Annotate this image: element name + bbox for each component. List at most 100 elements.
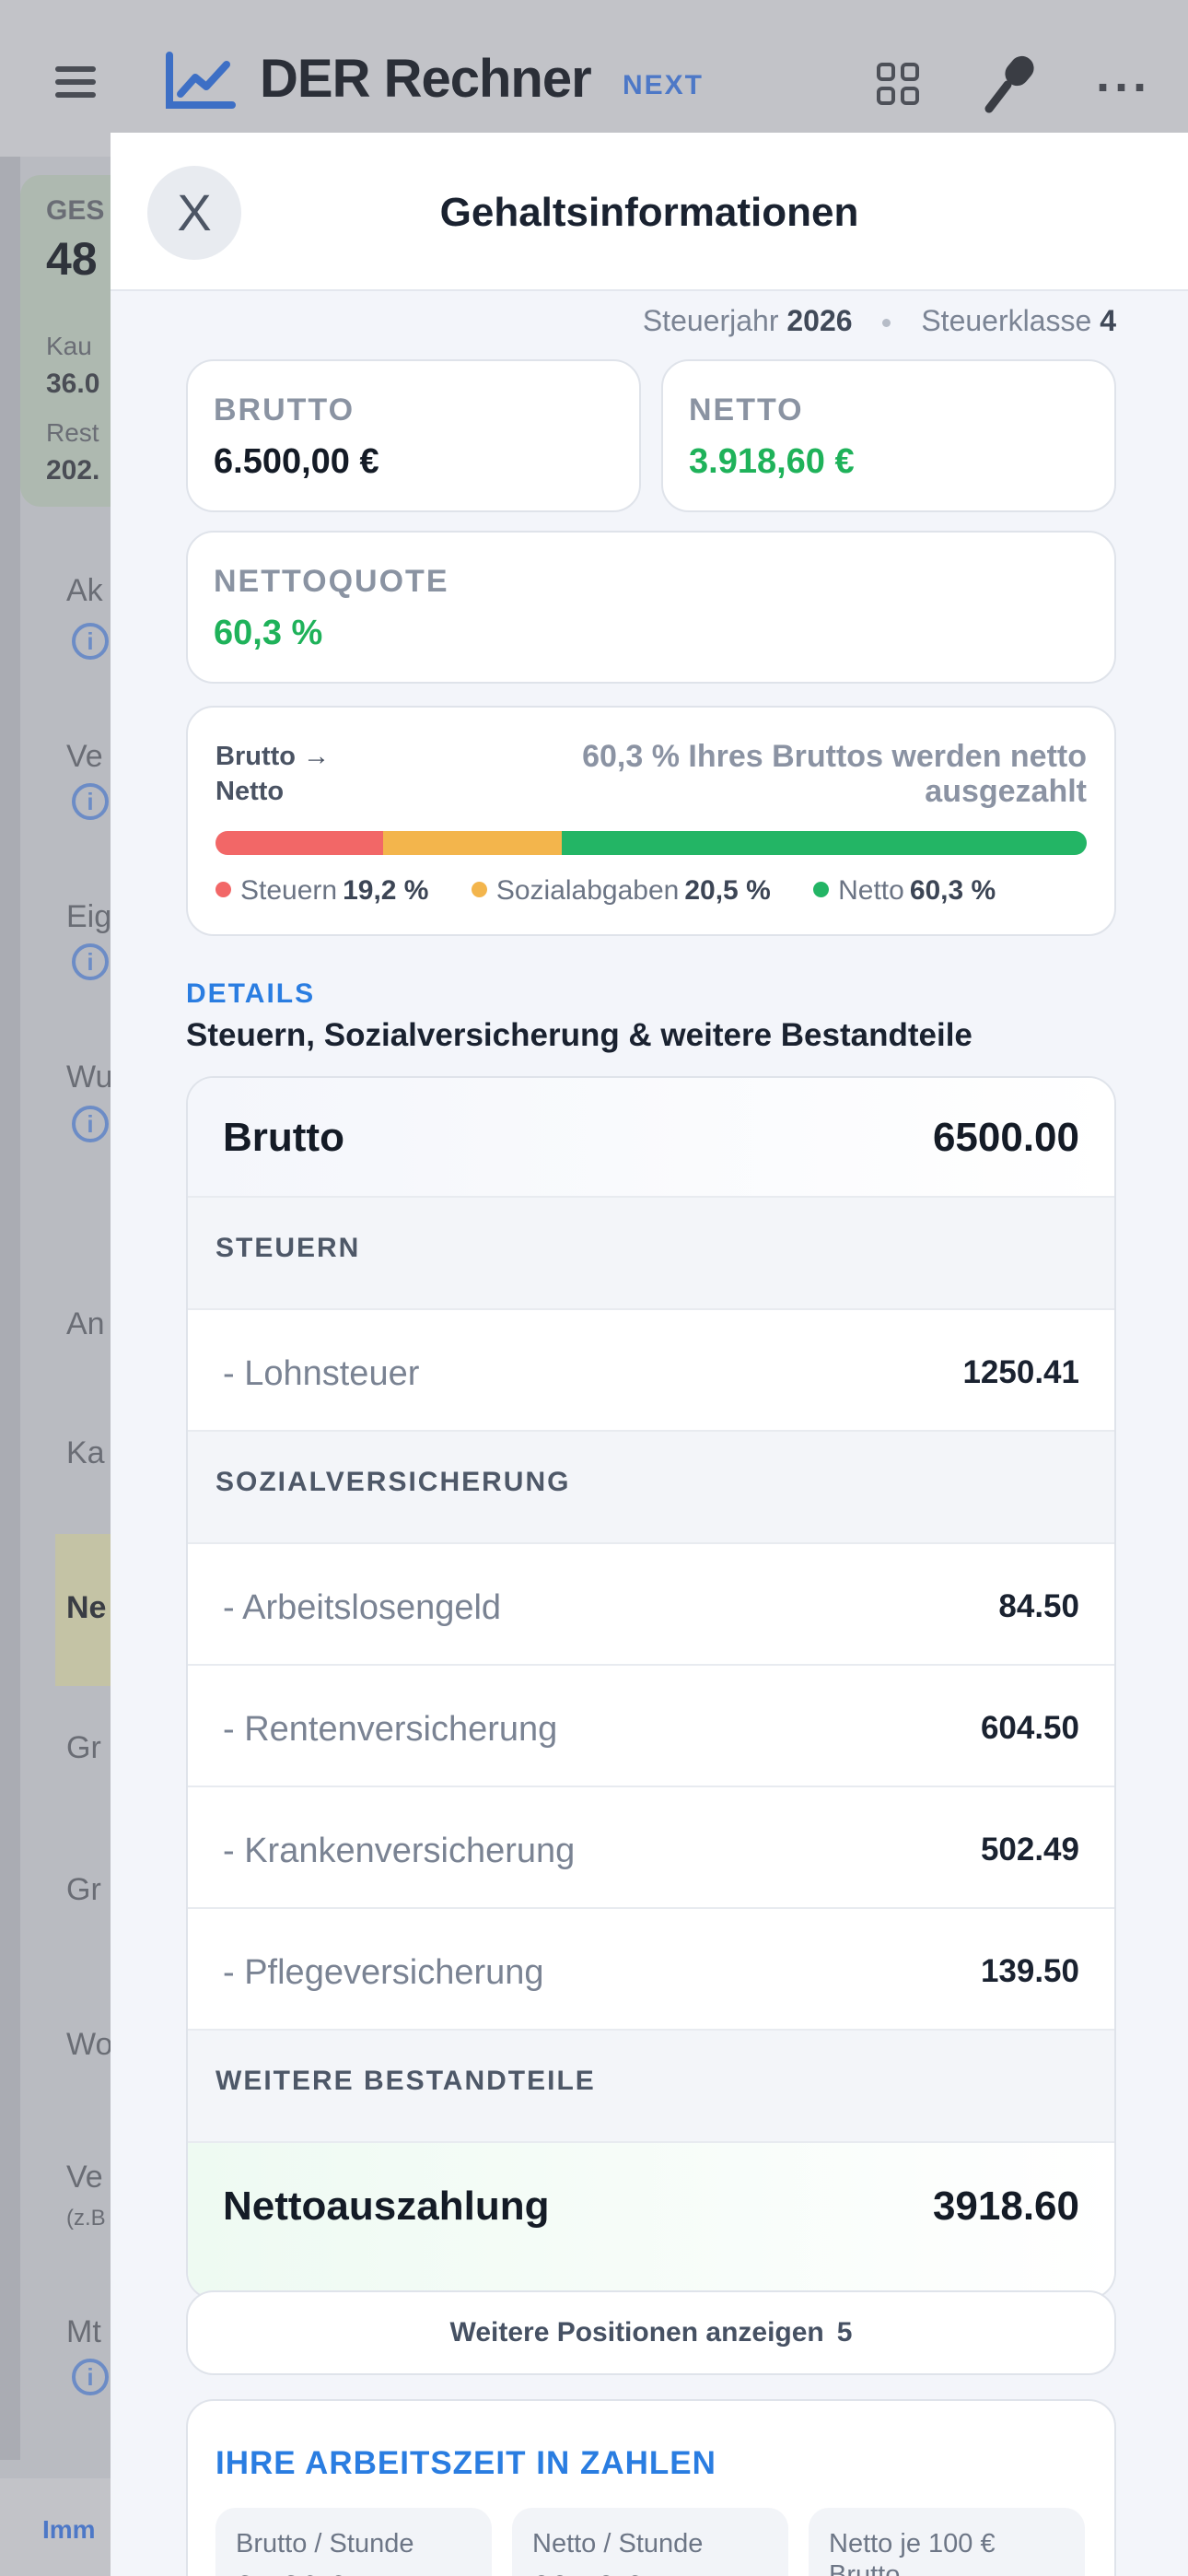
summary-sub2-value: 202. [46,455,100,486]
brutto-value: 6.500,00 € [214,442,379,481]
tax-year-value: 2026 [786,304,853,337]
row-label: Brutto [223,1115,344,1160]
bg-list-item[interactable]: Ve [66,739,103,775]
table-row-brutto: Brutto 6500.00 [188,1078,1114,1198]
details-title: Steuern, Sozialversicherung & weitere Be… [186,1017,973,1053]
summary-sub1-value: 36.0 [46,369,100,399]
chart-trend-icon [166,52,236,109]
bar-segment-netto [561,831,1087,855]
section-weitere-bestandteile: WEITERE BESTANDTEILE [188,2031,1114,2143]
info-icon[interactable]: i [72,1106,109,1142]
legend-label: Netto [838,875,904,906]
legend-value: 20,5 % [684,875,771,906]
bg-list-item[interactable]: Eig [66,899,111,935]
bg-footer: Imm [0,2478,129,2576]
tax-class-label: Steuerklasse [921,304,1092,337]
app-title: DER Rechner [260,49,592,109]
bg-list-item[interactable]: Ve [66,2160,103,2195]
section-label: SOZIALVERSICHERUNG [215,1467,571,1497]
show-more-label: Weitere Positionen anzeigen [449,2317,824,2348]
tile-brutto-stunde: Brutto / Stunde 37,36 € [215,2508,492,2576]
summary-sub1-label: Kau [46,332,92,360]
legend-item-steuern: Steuern 19,2 % [215,875,428,907]
apps-grid-icon[interactable] [877,63,921,107]
netto-value: 3.918,60 € [689,442,855,481]
tile-value: 22,52 € [532,2569,643,2576]
tile-label: Brutto / Stunde [236,2529,414,2558]
tile-label: Netto je 100 € Brutto [829,2529,996,2576]
show-more-button[interactable]: Weitere Positionen anzeigen 5 [186,2290,1116,2375]
table-row-lohnsteuer: - Lohnsteuer 1250.41 [188,1310,1114,1432]
bg-list-item[interactable]: Gr [66,1872,101,1908]
row-value: 502.49 [980,1832,1079,1868]
legend-dot [215,882,231,897]
info-icon[interactable]: i [72,2359,109,2395]
legend-value: 60,3 % [909,875,996,906]
netto-label: NETTO [689,392,804,427]
legend-dot [813,882,830,897]
worktime-card: IHRE ARBEITSZEIT IN ZAHLEN Brutto / Stun… [186,2399,1116,2576]
row-label: - Rentenversicherung [223,1710,558,1749]
stacked-bar [215,831,1087,855]
table-row-krankenversicherung: - Krankenversicherung 502.49 [188,1787,1114,1909]
row-label: - Lohnsteuer [223,1354,420,1393]
more-horizontal-icon[interactable]: ··· [1096,59,1151,116]
bar-segment-sozialabgaben [382,831,562,855]
tax-class-value: 4 [1100,304,1116,337]
row-label: - Pflegeversicherung [223,1953,544,1992]
row-value: 604.50 [980,1710,1079,1746]
brutto-card: BRUTTO 6.500,00 € [186,359,641,512]
table-row-rentenversicherung: - Rentenversicherung 604.50 [188,1666,1114,1787]
bg-list-item-sub: (z.B [66,2206,106,2231]
worktime-title: IHRE ARBEITSZEIT IN ZAHLEN [215,2445,716,2481]
tax-year-label: Steuerjahr [642,304,779,337]
bar-legend: Steuern 19,2 % Sozialabgaben 20,5 % Netto 6… [215,875,1031,907]
table-row-arbeitslosengeld: - Arbeitslosengeld 84.50 [188,1544,1114,1666]
hamburger-icon[interactable] [55,66,96,103]
info-icon[interactable]: i [72,943,109,980]
info-icon[interactable]: i [72,623,109,660]
section-label: WEITERE BESTANDTEILE [215,2066,596,2096]
nettoquote-value: 60,3 % [214,614,323,652]
bg-list-item[interactable]: Ka [66,1435,105,1471]
bg-footer-link[interactable]: Imm [42,2515,96,2545]
legend-item-netto: Netto 60,3 % [813,875,996,907]
nettoquote-card: NETTOQUOTE 60,3 % [186,531,1116,684]
details-kicker: DETAILS [186,978,316,1009]
sidebar-strip [0,157,20,2460]
section-label: STEUERN [215,1233,361,1263]
legend-label: Sozialabgaben [495,875,680,906]
row-value: 6500.00 [932,1115,1079,1160]
salary-details-table: Brutto 6500.00 STEUERN - Lohnsteuer 1250… [186,1076,1116,2300]
bg-list-item[interactable]: An [66,1306,105,1342]
brutto-label: BRUTTO [214,392,355,427]
summary-sub2-label: Rest [46,418,99,447]
tile-label: Netto / Stunde [532,2529,704,2558]
info-icon[interactable]: i [72,783,109,820]
summary-label: GES [46,195,105,226]
legend-label: Steuern [240,875,338,906]
summary-value: 48 [46,233,98,285]
row-label: - Arbeitslosengeld [223,1588,502,1627]
bar-summary: 60,3 % Ihres Bruttos werden netto ausgez… [582,739,1087,809]
section-steuern: STEUERN [188,1198,1114,1310]
legend-dot [471,882,487,897]
legend-item-sozialabgaben: Sozialabgaben 20,5 % [471,875,771,907]
netto-card: NETTO 3.918,60 € [661,359,1116,512]
table-row-nettoauszahlung: Nettoauszahlung 3918.60 [188,2143,1114,2298]
row-value: 3918.60 [932,2184,1079,2229]
bg-list-item[interactable]: Ne [66,1590,106,1626]
microphone-icon[interactable] [980,52,1044,116]
bg-list-item[interactable]: Gr [66,1730,101,1766]
bg-list-item[interactable]: Ak [66,573,103,609]
tile-netto-stunde: Netto / Stunde 22,52 € [512,2508,788,2576]
brutto-netto-card: Brutto → Netto 60,3 % Ihres Bruttos werd… [186,706,1116,936]
app-badge: NEXT [623,70,705,100]
bg-list-item[interactable]: Wo [66,2027,112,2063]
row-value: 1250.41 [962,1354,1079,1390]
panel-title: Gehaltsinformationen [439,190,859,235]
show-more-count: 5 [836,2317,853,2348]
bg-list-item[interactable]: Mt [66,2314,101,2350]
tile-netto-je-100: Netto je 100 € Brutto [809,2508,1085,2576]
bg-list-item[interactable]: Wu [66,1060,112,1095]
